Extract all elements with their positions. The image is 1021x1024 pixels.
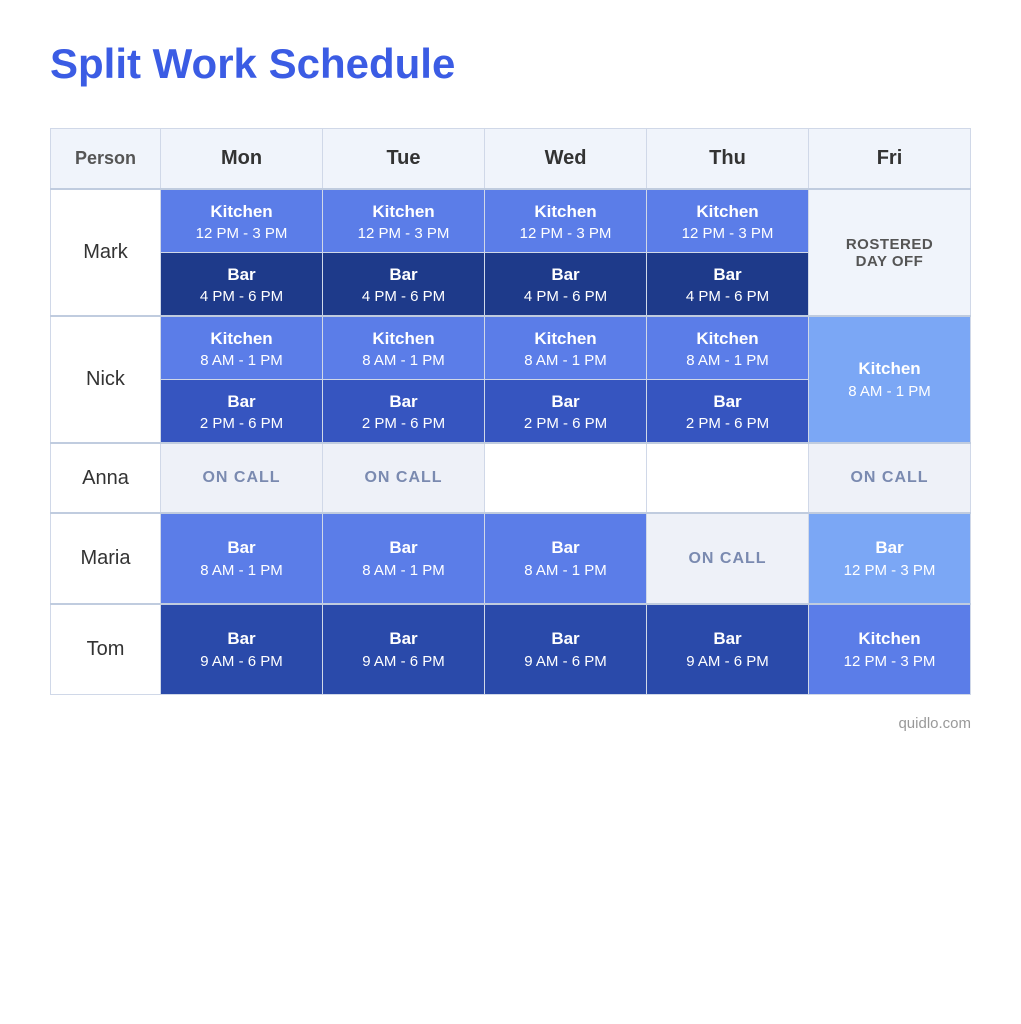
page-title: Split Work Schedule	[50, 40, 971, 88]
rostered-day-off-cell: ROSTEREDDAY OFF	[809, 189, 971, 316]
on-call-cell: ON CALL	[647, 513, 809, 604]
empty-cell	[647, 443, 809, 513]
person-cell: Tom	[51, 604, 161, 695]
header-fri: Fri	[809, 129, 971, 190]
person-cell: Nick	[51, 316, 161, 443]
person-cell: Anna	[51, 443, 161, 513]
header-tue: Tue	[323, 129, 485, 190]
table-header: Person Mon Tue Wed Thu Fri	[51, 129, 971, 190]
schedule-table: Person Mon Tue Wed Thu Fri Mark Kitchen …	[50, 128, 971, 695]
person-cell: Maria	[51, 513, 161, 604]
on-call-cell: ON CALL	[323, 443, 485, 513]
header-mon: Mon	[161, 129, 323, 190]
header-person: Person	[51, 129, 161, 190]
table-row: Tom Bar 9 AM - 6 PM Bar 9 AM - 6 PM Bar …	[51, 604, 971, 695]
footer-brand: quidlo.com	[50, 715, 971, 732]
header-thu: Thu	[647, 129, 809, 190]
on-call-cell: ON CALL	[809, 443, 971, 513]
on-call-cell: ON CALL	[161, 443, 323, 513]
table-row: AnnaON CALLON CALLON CALL	[51, 443, 971, 513]
table-row: Mark Kitchen 12 PM - 3 PM Kitchen 12 PM …	[51, 189, 971, 253]
empty-cell	[485, 443, 647, 513]
table-row: Maria Bar 8 AM - 1 PM Bar 8 AM - 1 PM Ba…	[51, 513, 971, 604]
table-row: Nick Kitchen 8 AM - 1 PM Kitchen 8 AM - …	[51, 316, 971, 380]
person-cell: Mark	[51, 189, 161, 316]
header-wed: Wed	[485, 129, 647, 190]
